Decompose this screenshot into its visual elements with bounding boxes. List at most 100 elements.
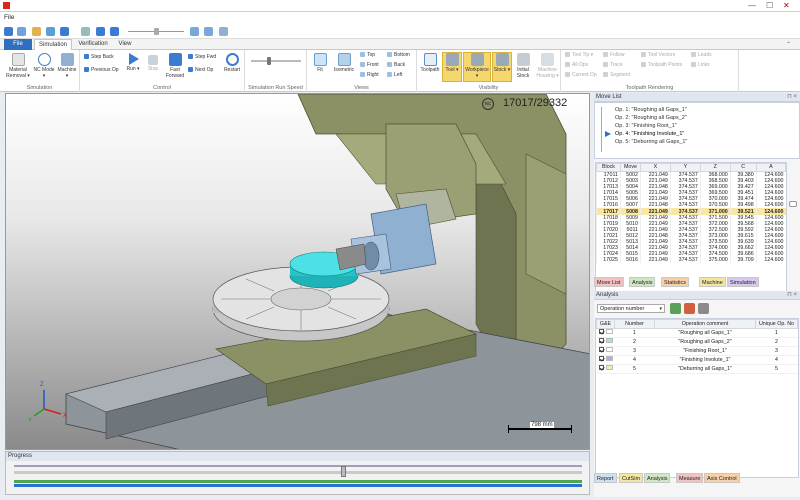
step-back-button[interactable]: Step Back [84,54,114,61]
top-view-button[interactable]: Top [360,52,375,59]
machine-icon[interactable] [219,27,228,36]
run-speed-slider[interactable] [251,60,301,62]
tab-machine[interactable]: Machine [699,277,726,287]
row-checkbox[interactable] [598,338,604,343]
close-button[interactable]: ✕ [783,1,790,10]
pin-icon[interactable]: ⊓ × [787,291,797,300]
toolpath-button[interactable]: Toolpath [419,53,441,73]
right-view-button[interactable]: Right [360,72,379,79]
bottom-view-button[interactable]: Bottom [387,52,410,59]
column-header[interactable]: X [639,163,671,172]
column-header[interactable]: G&E [596,319,615,329]
speed-slider-thumb[interactable] [154,28,159,35]
column-header[interactable]: A [755,163,786,172]
table-row[interactable]: 5 "Deburring all Gaps_1" 5 [596,364,798,374]
operation-item[interactable]: Op. 3: "Finishing Root_1" [615,123,677,129]
front-view-button[interactable]: Front [360,62,379,69]
play-icon[interactable] [60,27,69,36]
isometric-button[interactable]: Isometric [331,53,357,73]
new-icon[interactable] [4,27,13,36]
color-swatch[interactable] [605,347,613,352]
analysis-table[interactable]: G&E Number Operation comment Unique Op. … [595,318,799,478]
view-icon[interactable] [204,27,213,36]
column-header[interactable]: Y [669,163,701,172]
table-row[interactable]: 1 "Roughing all Gaps_1" 1 [596,328,798,338]
tab-verification[interactable]: Verification [74,39,112,50]
tab-analysis[interactable]: Analysis [644,473,671,483]
column-header[interactable]: Block [596,163,621,172]
next-op-button[interactable]: Next Op [188,67,213,74]
fast-forward-icon[interactable] [96,27,105,36]
column-header[interactable]: Operation comment [654,319,756,329]
minimize-button[interactable]: — [748,1,756,10]
settings-icon[interactable] [684,303,695,314]
step-forward-icon[interactable] [110,27,119,36]
tool-vectors-button[interactable]: Tool Vectors [641,52,675,59]
tool-visibility-button[interactable]: Tool ▾ [442,52,462,82]
current-op-button[interactable]: Current Op [565,72,597,79]
color-swatch[interactable] [605,329,613,334]
operation-item-current[interactable]: Op. 4: "Finishing Involute_1" [615,131,684,137]
tab-simulation[interactable]: Simulation [727,277,759,287]
table-row[interactable]: 17025 5016 221.049 374.537 375.000 39.709 124.… [596,257,786,264]
scroll-toggle-icon[interactable] [789,201,797,207]
operation-item[interactable]: Op. 1: "Roughing all Gaps_1" [615,107,687,113]
segment-button[interactable]: Segment [603,72,630,79]
simulation-viewport[interactable]: Z X Y NC 17017/29332 798 mm [5,93,590,450]
color-swatch[interactable] [605,356,613,361]
column-header[interactable]: Move [619,163,641,172]
machine-housing-button[interactable]: Machine Housing ▾ [534,53,561,79]
machine-button[interactable]: Machine ▾ [56,53,78,79]
step-back-icon[interactable] [46,27,55,36]
table-row[interactable]: 2 "Roughing all Gaps_2" 2 [596,337,798,347]
analysis-mode-select[interactable]: Operation number ▾ [597,304,665,313]
back-view-button[interactable]: Back [387,62,405,69]
table-row[interactable]: 3 "Finishing Root_1" 3 [596,346,798,356]
progress-slider-thumb[interactable] [340,466,346,477]
stop-icon[interactable] [81,27,90,36]
tab-axis-control[interactable]: Axis Control [704,473,740,483]
progress-slider-track[interactable] [14,471,582,474]
fit-icon[interactable] [190,27,199,36]
fast-forward-button[interactable]: Fast Forward [164,53,186,79]
color-swatch[interactable] [605,365,613,370]
open-icon[interactable] [32,27,41,36]
column-header[interactable]: Z [699,163,731,172]
tab-simulation[interactable]: Simulation [34,39,72,50]
tab-analysis[interactable]: Analysis [629,277,656,287]
save-icon[interactable] [17,27,26,36]
trace-button[interactable]: Trace [603,62,623,69]
stop-button[interactable]: Stop [144,53,162,72]
nc-mode-button[interactable]: NC Mode ▾ [33,53,55,79]
run-speed-thumb[interactable] [267,57,272,65]
run-button[interactable]: Run ▾ [124,53,142,72]
restart-button[interactable]: Restart [222,53,242,73]
all-ops-button[interactable]: All Ops [565,62,588,69]
leads-button[interactable]: Leads [691,52,712,59]
tab-cutsim[interactable]: CutSim [619,473,644,483]
operation-item[interactable]: Op. 2: "Roughing all Gaps_2" [615,115,687,121]
workpiece-visibility-button[interactable]: Workpiece ▾ [463,52,491,82]
operation-item[interactable]: Op. 5: "Deburring all Gaps_1" [615,139,687,145]
export-icon[interactable] [698,303,709,314]
row-checkbox[interactable] [598,356,604,361]
column-header[interactable]: Number [614,319,655,329]
color-swatch[interactable] [605,338,613,343]
follow-button[interactable]: Follow [603,52,624,59]
row-checkbox[interactable] [598,347,604,352]
tab-file[interactable]: File [4,39,32,50]
file-menu[interactable]: File [4,14,14,21]
left-view-button[interactable]: Left [387,72,402,79]
tool-tip-button[interactable]: Tool Tip ▾ [565,52,593,59]
row-checkbox[interactable] [598,329,604,334]
toolpath-points-button[interactable]: Toolpath Points [641,62,682,69]
step-fwd-button[interactable]: Step Fwd [188,54,216,61]
row-checkbox[interactable] [598,365,604,370]
material-removal-button[interactable]: Material Removal ▾ [4,53,32,79]
column-header[interactable]: C [729,163,757,172]
collapse-ribbon-icon[interactable]: ⌃ [786,41,791,48]
initial-stock-button[interactable]: Initial Stock [513,53,533,79]
fit-button[interactable]: Fit [311,53,329,73]
table-row[interactable]: 4 "Finishing Involute_1" 4 [596,355,798,365]
previous-op-button[interactable]: Previous Op [84,67,119,74]
